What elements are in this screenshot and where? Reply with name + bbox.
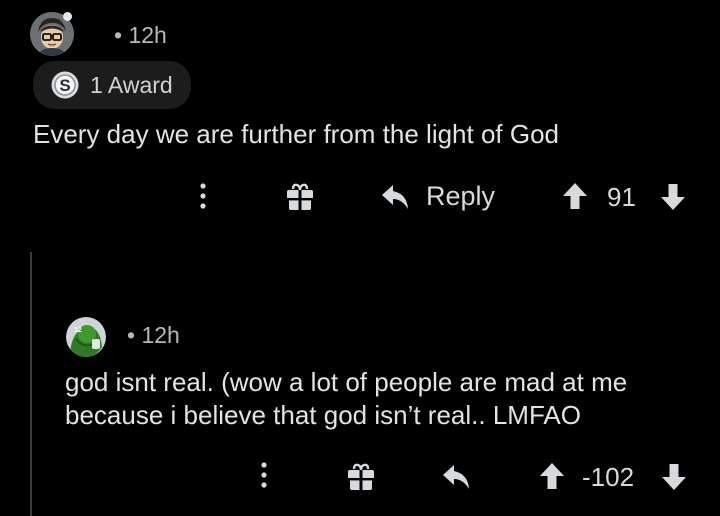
gift-award-icon[interactable] [284, 181, 316, 213]
svg-text:S: S [59, 76, 70, 95]
vote-score: 91 [607, 182, 636, 212]
gift-award-icon[interactable] [345, 461, 377, 493]
award-badge[interactable]: S 1 Award [33, 61, 191, 109]
thread-line[interactable] [30, 252, 32, 516]
downvote-arrow-icon[interactable] [661, 463, 687, 491]
online-indicator [63, 12, 72, 21]
more-vertical-icon[interactable] [257, 461, 271, 491]
comment-timestamp: • 12h [127, 322, 180, 348]
svg-text:12: 12 [74, 327, 82, 334]
award-count-label: 1 Award [90, 71, 173, 98]
vote-score: -102 [582, 462, 635, 492]
comment-body-line-1: god isnt real. (wow a lot of people are … [65, 367, 628, 397]
more-vertical-icon[interactable] [196, 182, 210, 212]
user-avatar[interactable]: 12 [66, 317, 106, 357]
upvote-arrow-icon[interactable] [539, 462, 565, 490]
comment-body: Every day we are further from the light … [33, 119, 560, 149]
upvote-arrow-icon[interactable] [562, 182, 588, 210]
avatar-figure-icon: 12 [66, 317, 106, 357]
silver-award-icon: S [50, 70, 80, 100]
reply-arrow-icon[interactable] [380, 183, 410, 211]
reply-arrow-icon[interactable] [441, 463, 471, 491]
reply-button[interactable]: Reply [426, 181, 495, 212]
downvote-arrow-icon[interactable] [660, 183, 686, 211]
comment-timestamp: • 12h [114, 22, 167, 48]
comment-body-line-2: because i believe that god isn’t real.. … [65, 400, 581, 430]
